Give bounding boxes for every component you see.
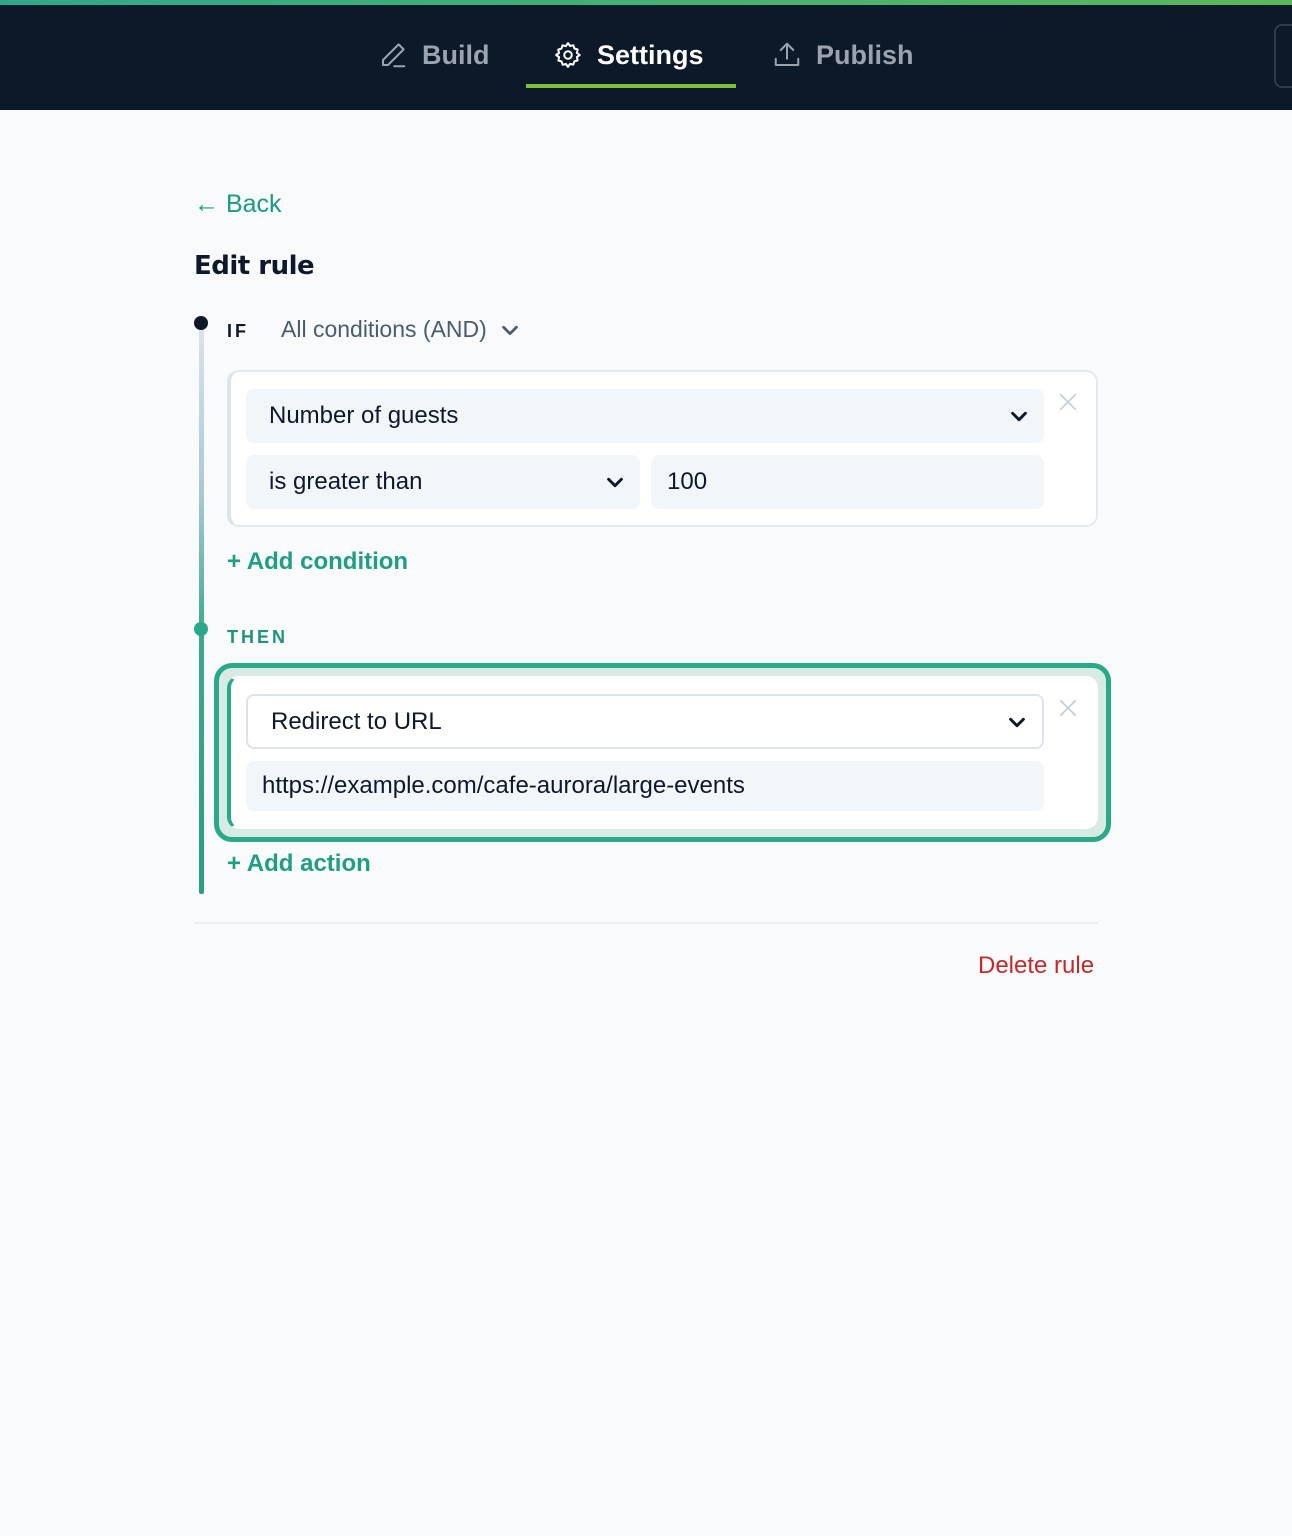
top-nav-bar: Build Settings Publish [0,0,1292,110]
add-action-button[interactable]: + Add action [227,850,371,878]
chevron-down-icon [607,477,623,488]
tab-publish-label: Publish [816,39,914,70]
chevron-down-icon [502,325,518,335]
active-tab-indicator [526,84,736,88]
page-title: Edit rule [194,251,315,281]
rule-timeline-rail [199,323,204,894]
condition-field-value: Number of guests [269,402,459,429]
add-condition-button[interactable]: + Add condition [227,548,408,576]
then-section-label: THEN [227,627,288,647]
divider [194,922,1098,924]
tab-settings-label: Settings [597,39,704,70]
remove-condition-close-icon[interactable] [1057,391,1079,413]
action-url-text: https://example.com/cafe-aurora/large-ev… [262,772,745,799]
tab-build-label: Build [422,39,490,70]
chevron-down-icon [1009,717,1025,727]
condition-value-text: 100 [667,468,708,495]
delete-rule-button[interactable]: Delete rule [978,952,1094,980]
action-url-input[interactable]: https://example.com/cafe-aurora/large-ev… [246,761,1044,811]
tab-settings[interactable]: Settings [526,22,736,88]
match-mode-value: All conditions (AND) [281,316,487,342]
action-type-select[interactable]: Redirect to URL [246,694,1044,749]
condition-operator-value: is greater than [269,468,423,495]
gear-icon [555,42,581,68]
top-accent-stripe [0,0,1292,5]
condition-value-input[interactable]: 100 [651,455,1044,509]
chevron-down-icon [1011,411,1027,422]
header-corner-button[interactable] [1274,24,1292,88]
tab-build[interactable]: Build [378,22,490,88]
if-section-label: IF [227,321,249,341]
condition-field-select[interactable]: Number of guests [246,389,1044,443]
remove-action-close-icon[interactable] [1057,697,1079,719]
if-step-dot [194,316,208,330]
back-link[interactable]: ← Back [194,190,282,219]
then-step-dot [194,622,208,636]
upload-icon [774,42,800,66]
action-type-value: Redirect to URL [271,707,442,735]
tab-publish[interactable]: Publish [772,22,914,88]
pencil-icon [382,43,406,68]
match-mode-select[interactable]: All conditions (AND) [281,316,521,343]
condition-operator-select[interactable]: is greater than [246,455,640,509]
